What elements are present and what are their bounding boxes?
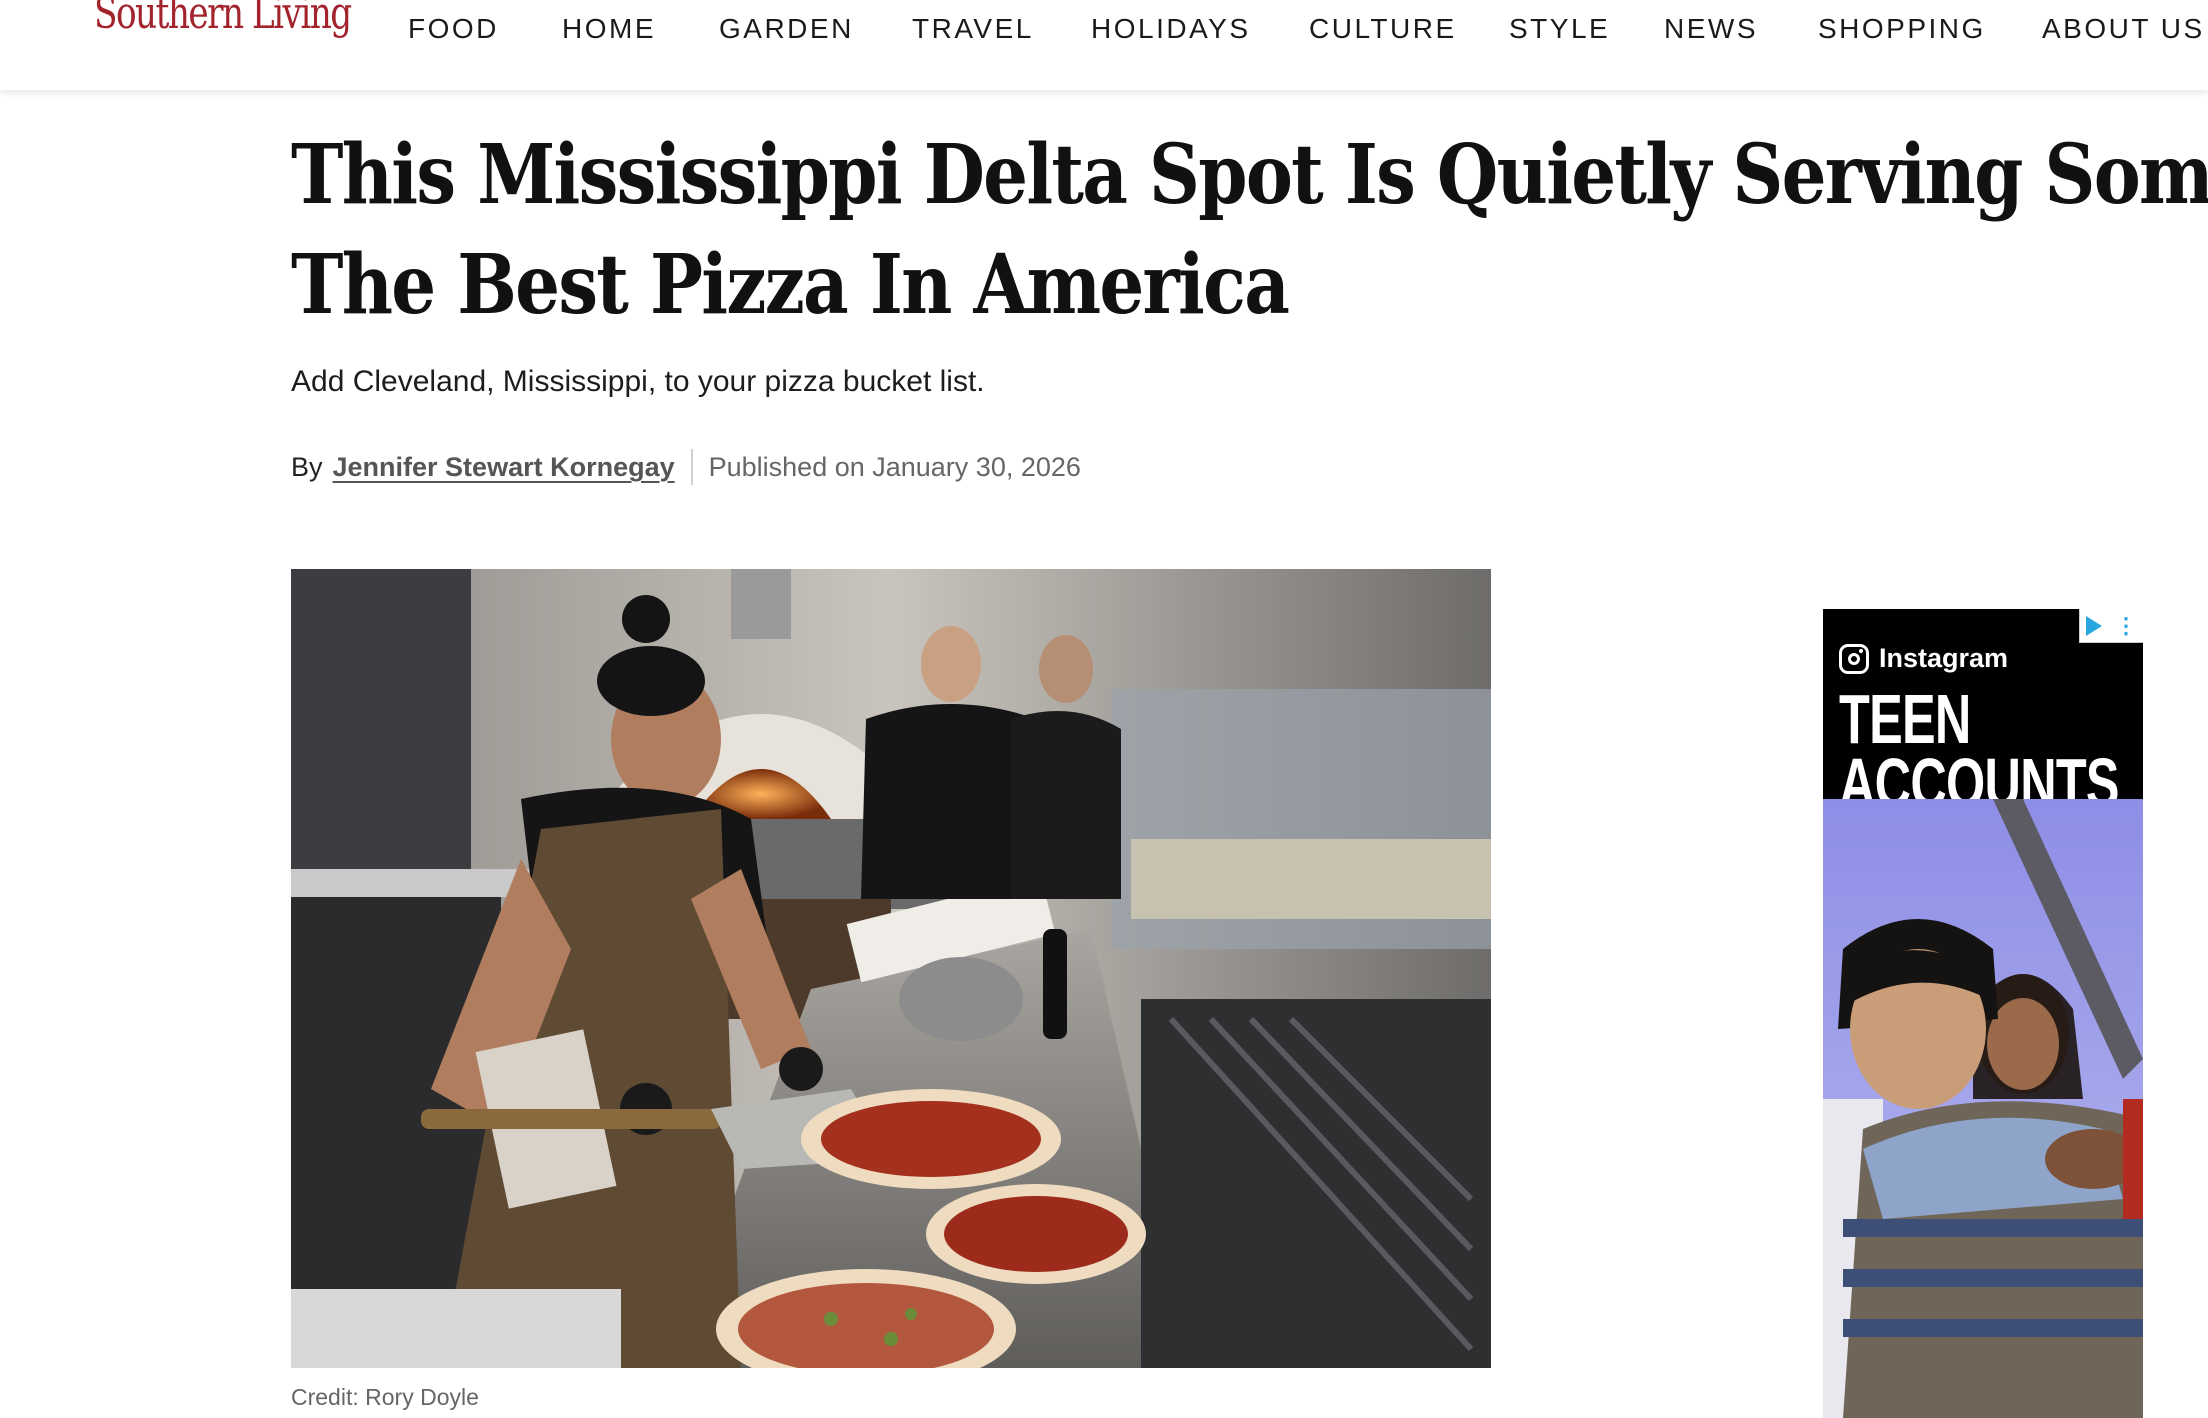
byline-divider <box>690 449 693 485</box>
nav-item-garden[interactable]: GARDEN <box>719 12 854 46</box>
article-headline: This Mississippi Delta Spot Is Quietly S… <box>291 120 2208 330</box>
ad-photo-teens <box>1823 799 2143 1418</box>
site-header: Southern Living FOOD HOME GARDEN TRAVEL … <box>0 0 2208 90</box>
nav-item-food[interactable]: FOOD <box>408 12 499 46</box>
nav-item-shopping[interactable]: SHOPPING <box>1818 12 1986 46</box>
nav-item-about-us[interactable]: ABOUT US <box>2042 12 2205 46</box>
ad-photo <box>1823 799 2143 1418</box>
ad-header: ⋮ Instagram TEEN ACCOUNTS <box>1823 609 2143 818</box>
author-link[interactable]: Jennifer Stewart Kornegay <box>333 447 675 487</box>
ad-choices-play-icon <box>2086 615 2102 636</box>
ad-headline-line-1: TEEN <box>1839 680 1971 758</box>
ad-choices-icon[interactable]: ⋮ <box>2079 609 2143 643</box>
nav-item-style[interactable]: STYLE <box>1509 12 1610 46</box>
instagram-icon <box>1839 643 1869 674</box>
publish-date: Published on January 30, 2026 <box>708 452 1081 482</box>
nav-item-home[interactable]: HOME <box>562 12 656 46</box>
sidebar-ad[interactable]: ⋮ Instagram TEEN ACCOUNTS <box>1823 609 2143 1418</box>
headline-line-1: This Mississippi Delta Spot Is Quietly S… <box>291 127 2208 223</box>
byline-prefix: By <box>291 452 323 482</box>
ad-brand-label: Instagram <box>1879 643 2009 673</box>
image-credit: Credit: Rory Doyle <box>291 1384 479 1410</box>
hero-photo-pizza-kitchen <box>291 569 1491 1368</box>
byline: By Jennifer Stewart Kornegay Published o… <box>291 447 1081 487</box>
headline-line-2: The Best Pizza In America <box>291 237 1290 330</box>
ad-headline: TEEN ACCOUNTS <box>1839 680 2120 818</box>
ad-brand: Instagram <box>1839 643 2008 674</box>
nav-item-travel[interactable]: TRAVEL <box>912 12 1034 46</box>
ad-menu-icon: ⋮ <box>2115 612 2137 638</box>
nav-item-holidays[interactable]: HOLIDAYS <box>1091 12 1251 46</box>
main-nav: FOOD HOME GARDEN TRAVEL HOLIDAYS CULTURE… <box>0 0 2208 60</box>
hero-image[interactable] <box>291 569 1491 1368</box>
article-dek: Add Cleveland, Mississippi, to your pizz… <box>291 365 985 398</box>
nav-item-news[interactable]: NEWS <box>1664 12 1758 46</box>
nav-item-culture[interactable]: CULTURE <box>1309 12 1457 46</box>
